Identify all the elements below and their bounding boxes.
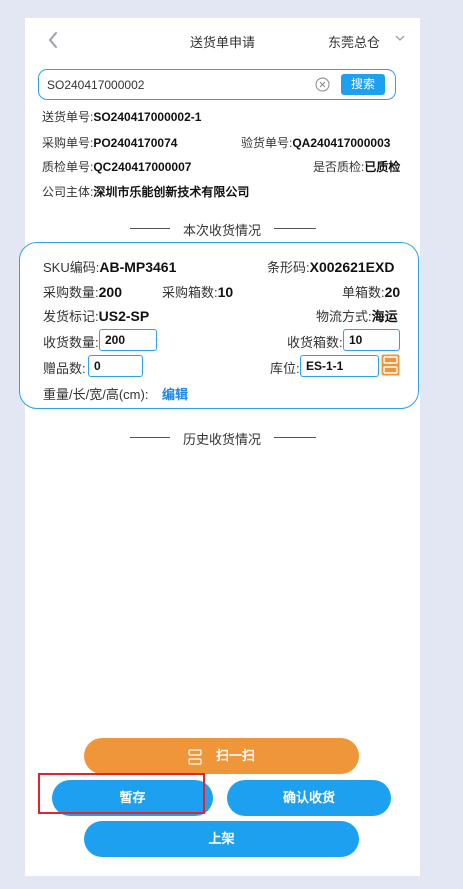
search-bar: 搜索 — [38, 69, 396, 100]
scan-button[interactable]: 扫一扫 — [84, 738, 359, 774]
location-field[interactable]: ES-1-1 — [300, 355, 379, 377]
delivery-no-value: SO240417000002-1 — [93, 110, 202, 124]
per-box-label: 单箱数: — [342, 285, 385, 300]
clear-icon[interactable] — [315, 77, 330, 92]
purchase-qty-value: 200 — [98, 284, 122, 300]
divider — [274, 437, 316, 438]
history-receipt-title: 历史收货情况 — [182, 432, 261, 447]
chevron-down-icon[interactable] — [393, 30, 407, 46]
purchase-boxes-row: 采购箱数:10 — [162, 282, 233, 301]
po-no-row: 采购单号:PO2404170074 — [42, 134, 177, 151]
po-no-label: 采购单号: — [42, 136, 94, 150]
sku-label: SKU编码: — [43, 260, 100, 275]
delivery-no-label: 送货单号: — [42, 110, 94, 124]
divider — [130, 437, 170, 438]
company-value: 深圳市乐能创新技术有限公司 — [93, 185, 250, 199]
logistics-value: 海运 — [371, 309, 398, 324]
barcode-label: 条形码: — [267, 260, 310, 275]
per-box-value: 20 — [384, 284, 401, 300]
warehouse-selector[interactable]: 东莞总仓 — [328, 32, 380, 51]
recv-boxes-label: 收货箱数: — [287, 335, 343, 350]
qc-status-row: 是否质检:已质检 — [313, 158, 400, 175]
qc-no-row: 质检单号:QC240417000007 — [42, 158, 191, 175]
inspect-no-value: QA240417000003 — [292, 136, 391, 150]
qc-no-label: 质检单号: — [42, 160, 94, 174]
qc-status-label: 是否质检: — [313, 160, 365, 174]
delivery-no-row: 送货单号:SO240417000002-1 — [42, 108, 201, 125]
search-input[interactable] — [47, 70, 309, 99]
current-receipt-title: 本次收货情况 — [182, 223, 261, 238]
location-label: 库位: — [270, 361, 300, 376]
highlight-box — [38, 773, 205, 814]
purchase-qty-row: 采购数量:200 — [43, 282, 122, 301]
shelve-button[interactable]: 上架 — [84, 821, 359, 857]
divider — [130, 228, 170, 229]
inspect-no-row: 验货单号:QA240417000003 — [241, 134, 390, 151]
barcode-value: X002621EXD — [309, 259, 395, 275]
recv-qty-field[interactable]: 200 — [99, 329, 157, 351]
ship-mark-label: 发货标记: — [43, 309, 99, 324]
company-row: 公司主体:深圳市乐能创新技术有限公司 — [42, 183, 249, 200]
app-screen: 送货单申请 东莞总仓 搜索 送货单号:SO240417000002-1 采购单号… — [19, 18, 420, 876]
recv-boxes-field[interactable]: 10 — [343, 329, 400, 351]
qc-status-value: 已质检 — [364, 160, 401, 174]
edit-dims-link[interactable]: 编辑 — [162, 384, 188, 403]
logistics-label: 物流方式: — [316, 309, 372, 324]
qc-no-value: QC240417000007 — [93, 160, 192, 174]
company-label: 公司主体: — [42, 185, 94, 199]
confirm-receipt-button[interactable]: 确认收货 — [227, 780, 391, 816]
scan-label: 扫一扫 — [215, 748, 255, 763]
inspect-no-label: 验货单号: — [241, 136, 293, 150]
sku-value: AB-MP3461 — [99, 259, 177, 275]
gift-field[interactable]: 0 — [88, 355, 143, 377]
logistics-row: 物流方式:海运 — [316, 306, 398, 325]
dims-label: 重量/长/宽/高(cm): — [43, 387, 149, 402]
purchase-boxes-value: 10 — [217, 284, 234, 300]
location-scan-icon[interactable] — [381, 354, 400, 376]
gift-label: 赠品数: — [43, 361, 86, 376]
ship-mark-value: US2-SP — [98, 308, 150, 324]
sku-row: SKU编码:AB-MP3461 — [43, 257, 176, 276]
divider — [274, 228, 316, 229]
po-no-value: PO2404170074 — [93, 136, 178, 150]
ship-mark-row: 发货标记:US2-SP — [43, 306, 149, 325]
search-button[interactable]: 搜索 — [341, 74, 385, 95]
barcode-row: 条形码:X002621EXD — [267, 257, 394, 276]
recv-qty-label: 收货数量: — [43, 335, 99, 350]
purchase-boxes-label: 采购箱数: — [162, 285, 218, 300]
purchase-qty-label: 采购数量: — [43, 285, 99, 300]
scan-icon — [188, 748, 202, 765]
per-box-row: 单箱数:20 — [342, 282, 400, 301]
